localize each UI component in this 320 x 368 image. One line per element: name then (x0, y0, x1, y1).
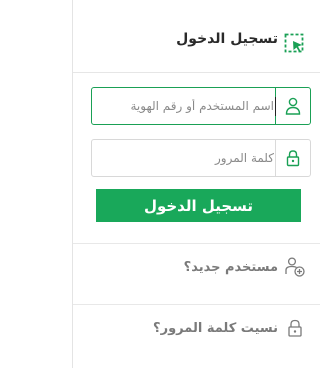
lock-icon (275, 140, 310, 176)
user-icon (275, 88, 310, 124)
user-add-icon (284, 256, 306, 278)
page-title: تسجيل الدخول (176, 31, 278, 47)
forgot-password-link[interactable]: نسيت كلمة المرور؟ (73, 304, 320, 351)
lock-icon (284, 317, 306, 339)
password-field[interactable] (91, 139, 311, 177)
new-user-link[interactable]: مستخدم جديد؟ (73, 243, 320, 290)
login-header: تسجيل الدخول (73, 0, 320, 73)
login-panel: تسجيل الدخول تسجيل الدخول (72, 0, 320, 368)
login-cursor-icon (284, 33, 306, 53)
password-input[interactable] (98, 140, 274, 176)
new-user-label: مستخدم جديد؟ (183, 259, 278, 275)
username-input[interactable] (98, 88, 274, 124)
username-field[interactable] (91, 87, 311, 125)
forgot-password-label: نسيت كلمة المرور؟ (153, 320, 278, 336)
login-button[interactable]: تسجيل الدخول (96, 189, 301, 222)
text-caret (275, 97, 276, 116)
